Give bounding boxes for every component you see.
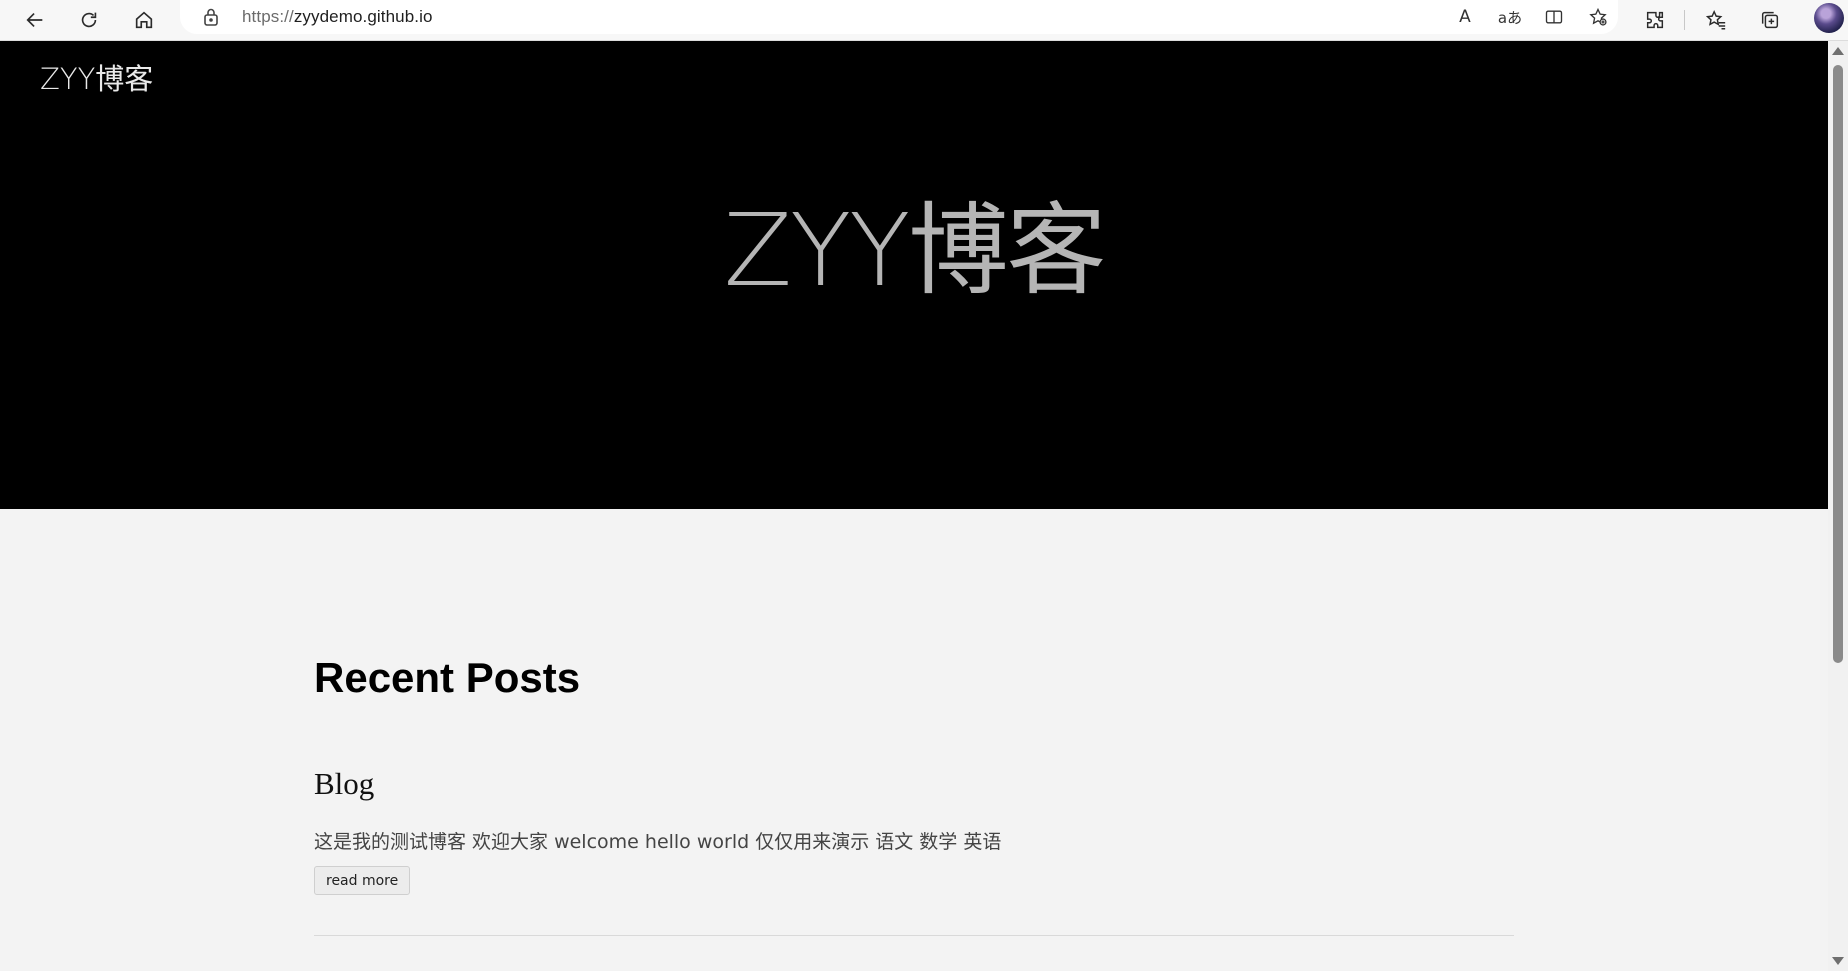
post-divider: [314, 935, 1514, 936]
profile-avatar[interactable]: [1814, 3, 1844, 33]
address-bar[interactable]: https://zyydemo.github.io A aあ: [180, 0, 1618, 34]
translate-glyph: aあ: [1497, 8, 1523, 27]
url-text[interactable]: https://zyydemo.github.io: [242, 7, 433, 27]
extensions-icon[interactable]: [1638, 4, 1672, 36]
favorites-icon[interactable]: [1699, 4, 1733, 36]
toolbar-divider: [1684, 10, 1685, 30]
browser-toolbar: https://zyydemo.github.io A aあ: [0, 0, 1848, 41]
read-aloud-glyph: A: [1459, 7, 1471, 27]
post-excerpt: 这是我的测试博客 欢迎大家 welcome hello world 仅仅用来演示…: [314, 831, 1002, 853]
read-aloud-icon[interactable]: A: [1449, 2, 1481, 32]
url-host: zyydemo.github.io: [293, 7, 433, 26]
url-scheme: https://: [242, 7, 294, 26]
collections-icon[interactable]: [1753, 4, 1787, 36]
split-screen-icon[interactable]: [1538, 2, 1570, 32]
add-favorite-icon[interactable]: [1582, 2, 1614, 32]
refresh-icon[interactable]: [72, 4, 106, 36]
section-title: Recent Posts: [314, 654, 581, 701]
scrollbar-thumb[interactable]: [1833, 65, 1843, 663]
lock-icon[interactable]: [202, 7, 220, 27]
home-icon[interactable]: [127, 4, 161, 36]
post-title[interactable]: Blog: [314, 766, 374, 802]
hero-banner: ZYY博客 ZYY博客: [0, 41, 1828, 509]
page-scrollbar[interactable]: [1828, 41, 1848, 971]
translate-icon[interactable]: aあ: [1494, 2, 1526, 32]
hero-title: ZYY博客: [723, 192, 1107, 309]
back-arrow-icon[interactable]: [18, 4, 52, 36]
scroll-up-arrow-icon[interactable]: [1832, 47, 1844, 55]
scroll-down-arrow-icon[interactable]: [1832, 957, 1844, 965]
read-more-button[interactable]: read more: [314, 866, 411, 895]
site-logo[interactable]: ZYY博客: [40, 56, 153, 98]
